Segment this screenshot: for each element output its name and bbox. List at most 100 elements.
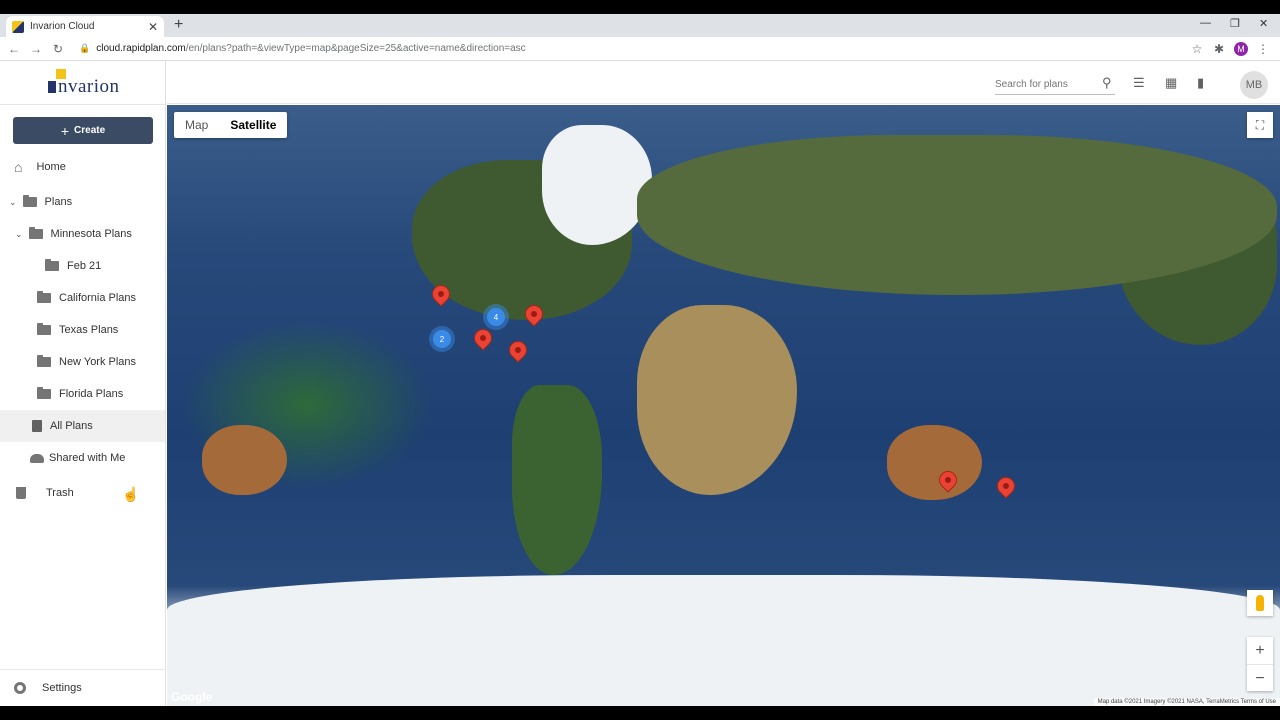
- map-marker[interactable]: [993, 473, 1019, 499]
- sidebar-item-plans[interactable]: ⌄ Plans: [9, 192, 72, 212]
- gear-icon: [14, 682, 26, 694]
- sidebar-item-home[interactable]: ⌂ Home: [14, 157, 66, 177]
- home-icon: ⌂: [14, 159, 23, 175]
- folder-icon: [37, 323, 51, 335]
- restore-icon[interactable]: ❐: [1230, 17, 1240, 30]
- search-input[interactable]: [995, 79, 1095, 90]
- zoom-out-button[interactable]: −: [1247, 665, 1273, 692]
- sidebar-item-texas-plans[interactable]: Texas Plans: [37, 320, 118, 340]
- fullscreen-icon[interactable]: ⛶: [1247, 112, 1273, 138]
- sidebar: nvarion + Create ⌂ Home ⌄ Plans ⌄ Minnes…: [0, 61, 166, 706]
- document-icon: [32, 420, 42, 432]
- map-attribution[interactable]: Map data ©2021 Imagery ©2021 NASA, Terra…: [1093, 698, 1280, 706]
- folder-icon: [28, 227, 43, 239]
- favicon-icon: [12, 20, 24, 33]
- chevron-down-icon[interactable]: ⌄: [9, 197, 17, 208]
- marker-cluster[interactable]: 4: [487, 308, 505, 326]
- forward-icon[interactable]: →: [25, 42, 47, 56]
- bookmark-star-icon[interactable]: ☆: [1186, 42, 1208, 56]
- sidebar-item-label: Florida Plans: [59, 388, 124, 400]
- antarctica-landmass: [167, 575, 1280, 706]
- new-tab-icon[interactable]: +: [174, 16, 183, 34]
- sidebar-item-settings[interactable]: Settings: [14, 678, 82, 698]
- zoom-in-button[interactable]: +: [1247, 637, 1273, 664]
- extensions-icon[interactable]: ✱: [1208, 42, 1230, 56]
- sidebar-item-label: Settings: [42, 682, 82, 694]
- google-logo: Google: [171, 690, 213, 704]
- grid-view-icon[interactable]: ▦: [1165, 75, 1177, 91]
- sidebar-item-label: Shared with Me: [49, 452, 126, 464]
- tab-strip: Invarion Cloud ✕ + — ❐ ✕: [0, 14, 1280, 37]
- top-letterbox: [0, 0, 1280, 14]
- sidebar-item-label: New York Plans: [59, 356, 137, 368]
- logo-text: nvarion: [58, 76, 120, 97]
- sidebar-item-feb-21[interactable]: Feb 21: [45, 256, 101, 276]
- street-view-pegman-icon[interactable]: [1247, 590, 1273, 616]
- sidebar-item-label: All Plans: [50, 420, 93, 432]
- divider: [0, 104, 166, 105]
- south-america-landmass: [512, 385, 602, 575]
- create-button[interactable]: + Create: [13, 117, 153, 144]
- sidebar-item-label: Home: [36, 161, 66, 173]
- sidebar-item-label: Texas Plans: [59, 324, 119, 336]
- map-type-map-button[interactable]: Map: [174, 112, 219, 138]
- africa-landmass: [637, 305, 797, 495]
- app-root: nvarion + Create ⌂ Home ⌄ Plans ⌄ Minnes…: [0, 61, 1280, 706]
- sidebar-item-label: Trash: [46, 487, 74, 499]
- address-bar: ← → ↻ 🔒 cloud.rapidplan.com /en/plans?pa…: [0, 37, 1280, 61]
- folder-icon: [37, 355, 51, 367]
- search-icon[interactable]: ⚲: [1102, 75, 1112, 91]
- tab-close-icon[interactable]: ✕: [148, 20, 158, 34]
- sidebar-item-all-plans[interactable]: All Plans: [32, 416, 93, 436]
- list-view-icon[interactable]: ☰: [1133, 75, 1145, 91]
- australia-landmass: [887, 425, 982, 500]
- zoom-control: + −: [1247, 637, 1273, 691]
- reload-icon[interactable]: ↻: [47, 42, 69, 56]
- marker-cluster[interactable]: 2: [433, 330, 451, 348]
- url-host: cloud.rapidplan.com: [96, 43, 186, 54]
- window-close-icon[interactable]: ✕: [1259, 17, 1268, 30]
- trash-icon: [16, 487, 26, 499]
- sidebar-item-new-york-plans[interactable]: New York Plans: [37, 352, 136, 372]
- sidebar-item-shared-with-me[interactable]: Shared with Me: [30, 448, 125, 468]
- minimize-icon[interactable]: —: [1200, 17, 1211, 29]
- logo-blue-bar: [48, 81, 56, 93]
- folder-icon: [22, 195, 37, 207]
- bottom-letterbox: [0, 706, 1280, 720]
- world-map[interactable]: 4 2 Map Satellite ⛶ + − Google Map data …: [167, 105, 1280, 706]
- profile-avatar[interactable]: M: [1234, 41, 1248, 56]
- invarion-logo[interactable]: nvarion: [48, 69, 128, 97]
- map-view-icon[interactable]: ▮: [1197, 75, 1204, 91]
- sidebar-item-label: California Plans: [59, 292, 137, 304]
- sidebar-item-california-plans[interactable]: California Plans: [37, 288, 136, 308]
- top-header: ⚲ ☰ ▦ ▮ MB: [167, 61, 1280, 104]
- sidebar-item-label: Minnesota Plans: [50, 228, 132, 240]
- folder-icon: [45, 259, 59, 271]
- url-field[interactable]: 🔒 cloud.rapidplan.com /en/plans?path=&vi…: [79, 43, 1186, 54]
- search-box: [995, 79, 1115, 95]
- lock-icon: 🔒: [79, 43, 91, 53]
- sidebar-item-minnesota-plans[interactable]: ⌄ Minnesota Plans: [15, 224, 132, 244]
- map-marker[interactable]: [505, 337, 531, 363]
- back-icon[interactable]: ←: [3, 42, 25, 56]
- map-type-satellite-button[interactable]: Satellite: [219, 112, 287, 138]
- sidebar-item-label: Plans: [44, 196, 73, 208]
- sidebar-item-florida-plans[interactable]: Florida Plans: [37, 384, 123, 404]
- browser-menu-icon[interactable]: ⋮: [1252, 42, 1274, 56]
- map-marker[interactable]: [470, 325, 496, 351]
- eurasia-landmass: [637, 135, 1277, 295]
- greenland-landmass: [542, 125, 652, 245]
- hand-cursor-icon: ☝: [122, 486, 140, 502]
- url-path: /en/plans?path=&viewType=map&pageSize=25…: [185, 43, 526, 54]
- folder-icon: [37, 291, 51, 303]
- plus-icon: +: [60, 122, 70, 139]
- map-type-control: Map Satellite: [174, 112, 288, 138]
- people-icon: [30, 453, 44, 463]
- browser-tab[interactable]: Invarion Cloud ✕: [6, 16, 164, 37]
- sidebar-item-label: Feb 21: [67, 260, 102, 272]
- user-avatar[interactable]: MB: [1240, 71, 1268, 99]
- chevron-down-icon[interactable]: ⌄: [15, 229, 23, 240]
- create-button-label: Create: [74, 125, 106, 136]
- divider: [0, 669, 166, 670]
- sidebar-item-trash[interactable]: Trash: [16, 483, 74, 503]
